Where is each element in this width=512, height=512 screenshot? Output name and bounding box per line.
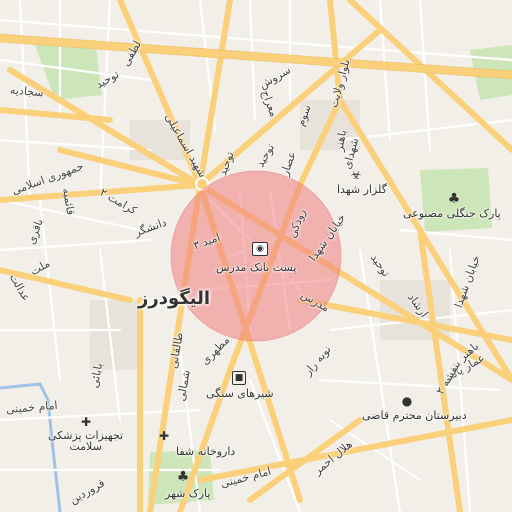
poi-label-post-bank[interactable]: پست بانک مدرس — [216, 262, 296, 273]
monument-icon[interactable]: ■ — [232, 371, 246, 385]
poi-label-darukhane[interactable]: داروخانه شفا — [176, 446, 235, 457]
district-label: الیگودرز — [138, 288, 210, 309]
poi-label-dabirestan[interactable]: دبیرستان محترم قاضی — [362, 410, 467, 421]
poi-label-tajhizat[interactable]: تجهیزات پزشکی سلامت — [48, 430, 123, 452]
map-canvas[interactable]: ◉ ☣ ♣ ■ ● ✚ ✚ ♣ پست بانک مدرس گلزار شهدا… — [0, 0, 512, 512]
tree-icon[interactable]: ♣ — [176, 469, 190, 485]
school-icon[interactable]: ● — [400, 394, 414, 408]
poi-label-golzar[interactable]: گلزار شهدا — [337, 184, 387, 195]
poi-label-shir-sangi[interactable]: شیرهای سنگی — [206, 388, 274, 399]
street-label: سجادیه — [9, 83, 45, 100]
pharmacy-icon[interactable]: ✚ — [158, 429, 170, 443]
poi-label-park-shahr[interactable]: پارک شهر — [165, 488, 210, 499]
poi-label-park-jangali[interactable]: پارک جنگلی مصنوعی — [403, 208, 501, 219]
pharmacy-icon[interactable]: ✚ — [80, 415, 92, 429]
cemetery-icon[interactable]: ☣ — [350, 168, 362, 182]
bank-icon[interactable]: ◉ — [252, 242, 268, 256]
tree-icon[interactable]: ♣ — [447, 191, 461, 207]
